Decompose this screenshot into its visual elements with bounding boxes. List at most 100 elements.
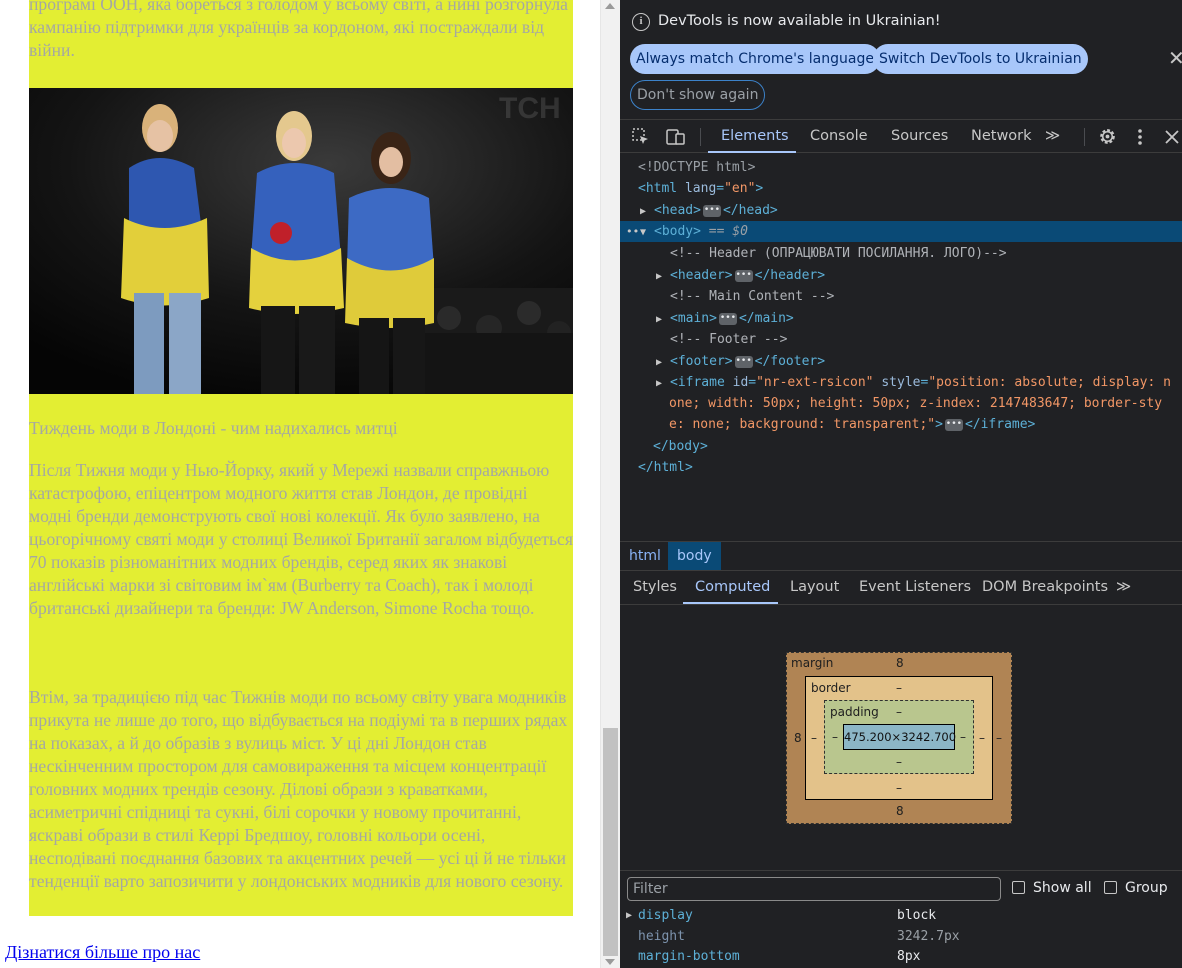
tab-sources[interactable]: Sources <box>891 128 948 144</box>
device-toolbar-icon[interactable] <box>666 128 686 146</box>
intro-paragraph: програмі ООН, яка бореться з голодом у в… <box>29 0 568 60</box>
padding-left-value[interactable]: – <box>832 730 838 744</box>
border-bottom-value[interactable]: – <box>896 781 902 795</box>
subtab-computed[interactable]: Computed <box>695 579 770 595</box>
tab-console[interactable]: Console <box>810 128 868 144</box>
computed-property-row[interactable]: height 3242.7px <box>620 927 1182 947</box>
always-match-language-button[interactable]: Always match Chrome's language <box>630 44 880 74</box>
computed-filter-bar: Show all Group <box>620 870 1182 906</box>
close-devtools-icon[interactable] <box>1165 130 1179 144</box>
expand-triangle-icon[interactable]: ▶ <box>626 906 632 926</box>
active-tab-indicator <box>708 151 796 153</box>
dom-node-iframe-cont: one; width: 50px; height: 50px; z-index:… <box>669 396 1163 411</box>
dom-node-footer[interactable]: ▶ <footer> ••• </footer> <box>620 351 1182 372</box>
expand-triangle-icon[interactable]: ▶ <box>656 352 670 373</box>
more-options-icon[interactable] <box>1137 128 1143 146</box>
dom-comment-footer[interactable]: <!-- Footer --> <box>620 329 1182 350</box>
dom-node-doctype[interactable]: <!DOCTYPE html> <box>620 157 1182 178</box>
margin-label: margin <box>791 656 834 670</box>
collapse-triangle-icon[interactable]: ▼ <box>640 222 654 243</box>
border-top-value[interactable]: – <box>896 681 902 695</box>
margin-right-value[interactable]: – <box>996 731 1002 745</box>
scroll-thumb[interactable] <box>603 728 618 956</box>
scroll-up-arrow-icon[interactable] <box>605 3 615 9</box>
more-subtabs-icon[interactable]: ≫ <box>1116 579 1131 595</box>
dom-node-header[interactable]: ▶ <header> ••• </header> <box>620 265 1182 286</box>
article-paragraph-2: Втім, за традицією під час Тижнів моди п… <box>29 687 568 891</box>
ellipsis-icon[interactable]: ••• <box>734 355 753 368</box>
dom-node-html-close[interactable]: </html> <box>620 457 1182 478</box>
dont-show-again-button[interactable]: Don't show again <box>630 80 766 110</box>
tab-network[interactable]: Network <box>971 128 1032 144</box>
dom-node-iframe[interactable]: ▶ <iframe id="nr-ext-rsicon" style="posit… <box>620 372 1182 393</box>
padding-bottom-value[interactable]: – <box>896 755 902 769</box>
expand-triangle-icon[interactable]: ▶ <box>640 201 654 222</box>
border-right-value[interactable]: – <box>979 731 985 745</box>
article-paragraph-1: Після Тижня моди у Нью-Йорку, який у Мер… <box>29 460 573 618</box>
page-scrollbar[interactable] <box>600 0 620 968</box>
computed-property-row[interactable]: ▶ display block <box>620 906 1182 926</box>
subtab-event-listeners[interactable]: Event Listeners <box>859 579 971 595</box>
article-title: Тиждень моди в Лондоні - чим надихались … <box>29 418 398 438</box>
computed-property-row[interactable]: margin-bottom 8px <box>620 947 1182 967</box>
article-photo: ТСН <box>29 88 573 394</box>
box-model-content[interactable]: 475.200×3242.700 <box>843 724 956 750</box>
margin-bottom-value[interactable]: 8 <box>896 804 904 818</box>
dom-node-iframe-end: e: none; background: transparent;"> ••• </… <box>669 417 1036 432</box>
dom-comment-main[interactable]: <!-- Main Content --> <box>620 286 1182 307</box>
computed-properties-list: ▶ display block height 3242.7px margin-b… <box>620 906 1182 968</box>
group-checkbox[interactable] <box>1104 881 1117 894</box>
devtools-toolbar: Elements Console Sources Network ≫ <box>620 119 1182 153</box>
box-model-margin[interactable]: margin 8 8 8 – border – – – – padding – … <box>786 652 1012 824</box>
border-left-value[interactable]: – <box>811 731 817 745</box>
ellipsis-icon[interactable]: ••• <box>944 418 963 431</box>
styles-subtabs: Styles Computed Layout Event Listeners D… <box>620 570 1182 605</box>
infobar-message: DevTools is now available in Ukrainian! <box>658 13 941 29</box>
ellipsis-icon[interactable]: ••• <box>734 269 753 282</box>
learn-more-link[interactable]: Дізнатися більше про нас <box>5 942 200 963</box>
box-model-border[interactable]: border – – – – padding – – – – 475.200×3… <box>805 676 993 800</box>
dom-node-body-selected[interactable]: •••▼ <body> == $0 <box>620 221 1182 242</box>
active-subtab-indicator <box>683 602 778 604</box>
subtab-dom-breakpoints[interactable]: DOM Breakpoints <box>982 579 1108 595</box>
breadcrumb-html[interactable]: html <box>620 542 670 570</box>
more-tabs-icon[interactable]: ≫ <box>1045 128 1060 144</box>
switch-language-button[interactable]: Switch DevTools to Ukrainian <box>873 44 1088 74</box>
node-actions-icon[interactable]: ••• <box>626 221 646 242</box>
dom-node-head[interactable]: ▶ <head> ••• </head> <box>620 200 1182 221</box>
subtab-layout[interactable]: Layout <box>790 579 839 595</box>
box-model-padding[interactable]: padding – – – – 475.200×3242.700 <box>824 700 974 774</box>
show-all-label: Show all <box>1033 880 1092 896</box>
dom-node-main[interactable]: ▶ <main> ••• </main> <box>620 308 1182 329</box>
subtab-styles[interactable]: Styles <box>633 579 677 595</box>
margin-left-value[interactable]: 8 <box>794 731 802 745</box>
toolbar-separator <box>1084 128 1085 146</box>
dom-tree: <!DOCTYPE html> <html lang="en"> ▶ <head>… <box>620 155 1182 540</box>
article-content: програмі ООН, яка бореться з голодом у в… <box>29 0 573 916</box>
scroll-down-arrow-icon[interactable] <box>605 959 615 965</box>
show-all-checkbox[interactable] <box>1012 881 1025 894</box>
dom-node-body-close[interactable]: </body> <box>620 436 1182 457</box>
padding-label: padding <box>830 705 879 719</box>
breadcrumb-body[interactable]: body <box>668 542 721 570</box>
breadcrumb: html body <box>620 541 1182 570</box>
filter-input[interactable] <box>627 877 1001 901</box>
dom-comment-header[interactable]: <!-- Header (ОПРАЦЮВАТИ ПОСИЛАННЯ. ЛОГО)… <box>620 243 1182 264</box>
tab-elements[interactable]: Elements <box>721 128 789 144</box>
settings-gear-icon[interactable] <box>1098 127 1117 146</box>
expand-triangle-icon[interactable]: ▶ <box>656 266 670 287</box>
language-infobar: i DevTools is now available in Ukrainian… <box>620 0 1182 119</box>
dom-node-html[interactable]: <html lang="en"> <box>620 178 1182 199</box>
close-icon[interactable]: ✕ <box>1168 46 1182 70</box>
expand-triangle-icon[interactable]: ▶ <box>656 309 670 330</box>
inspect-element-icon[interactable] <box>632 128 650 146</box>
info-icon: i <box>632 13 650 31</box>
expand-triangle-icon[interactable]: ▶ <box>656 373 670 394</box>
padding-top-value[interactable]: – <box>896 705 902 719</box>
ellipsis-icon[interactable]: ••• <box>718 312 737 325</box>
margin-top-value[interactable]: 8 <box>896 656 904 670</box>
border-label: border <box>811 681 851 695</box>
padding-right-value[interactable]: – <box>960 730 966 744</box>
ellipsis-icon[interactable]: ••• <box>702 204 721 217</box>
toolbar-separator <box>700 128 701 146</box>
